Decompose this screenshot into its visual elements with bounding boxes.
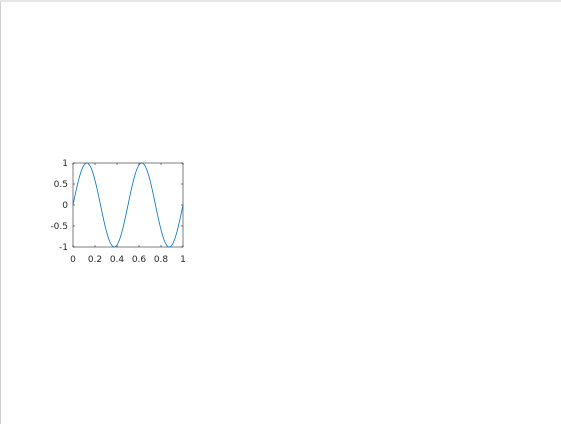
y-tick-label: -0.5 bbox=[50, 222, 68, 232]
x-tick-label: 0.6 bbox=[132, 255, 147, 265]
figure-canvas: 0 0.2 0.4 0.6 0.8 1 1 0.5 0 -0.5 -1 bbox=[0, 0, 561, 424]
y-tick-label: 0.5 bbox=[54, 180, 68, 190]
x-tick-label: 0.2 bbox=[88, 255, 102, 265]
x-tick-label: 0 bbox=[70, 255, 76, 265]
y-tick-label: 0 bbox=[62, 201, 68, 211]
x-tick-label: 0.4 bbox=[110, 255, 125, 265]
plot-svg: 0 0.2 0.4 0.6 0.8 1 1 0.5 0 -0.5 -1 bbox=[50, 159, 185, 265]
plot-layer: 0 0.2 0.4 0.6 0.8 1 1 0.5 0 -0.5 -1 bbox=[50, 159, 185, 265]
y-tick-label: -1 bbox=[59, 243, 68, 253]
x-tick-label: 0.8 bbox=[154, 255, 169, 265]
x-tick-label: 1 bbox=[180, 255, 186, 265]
series-line bbox=[72, 162, 184, 248]
y-tick-label: 1 bbox=[62, 159, 68, 169]
